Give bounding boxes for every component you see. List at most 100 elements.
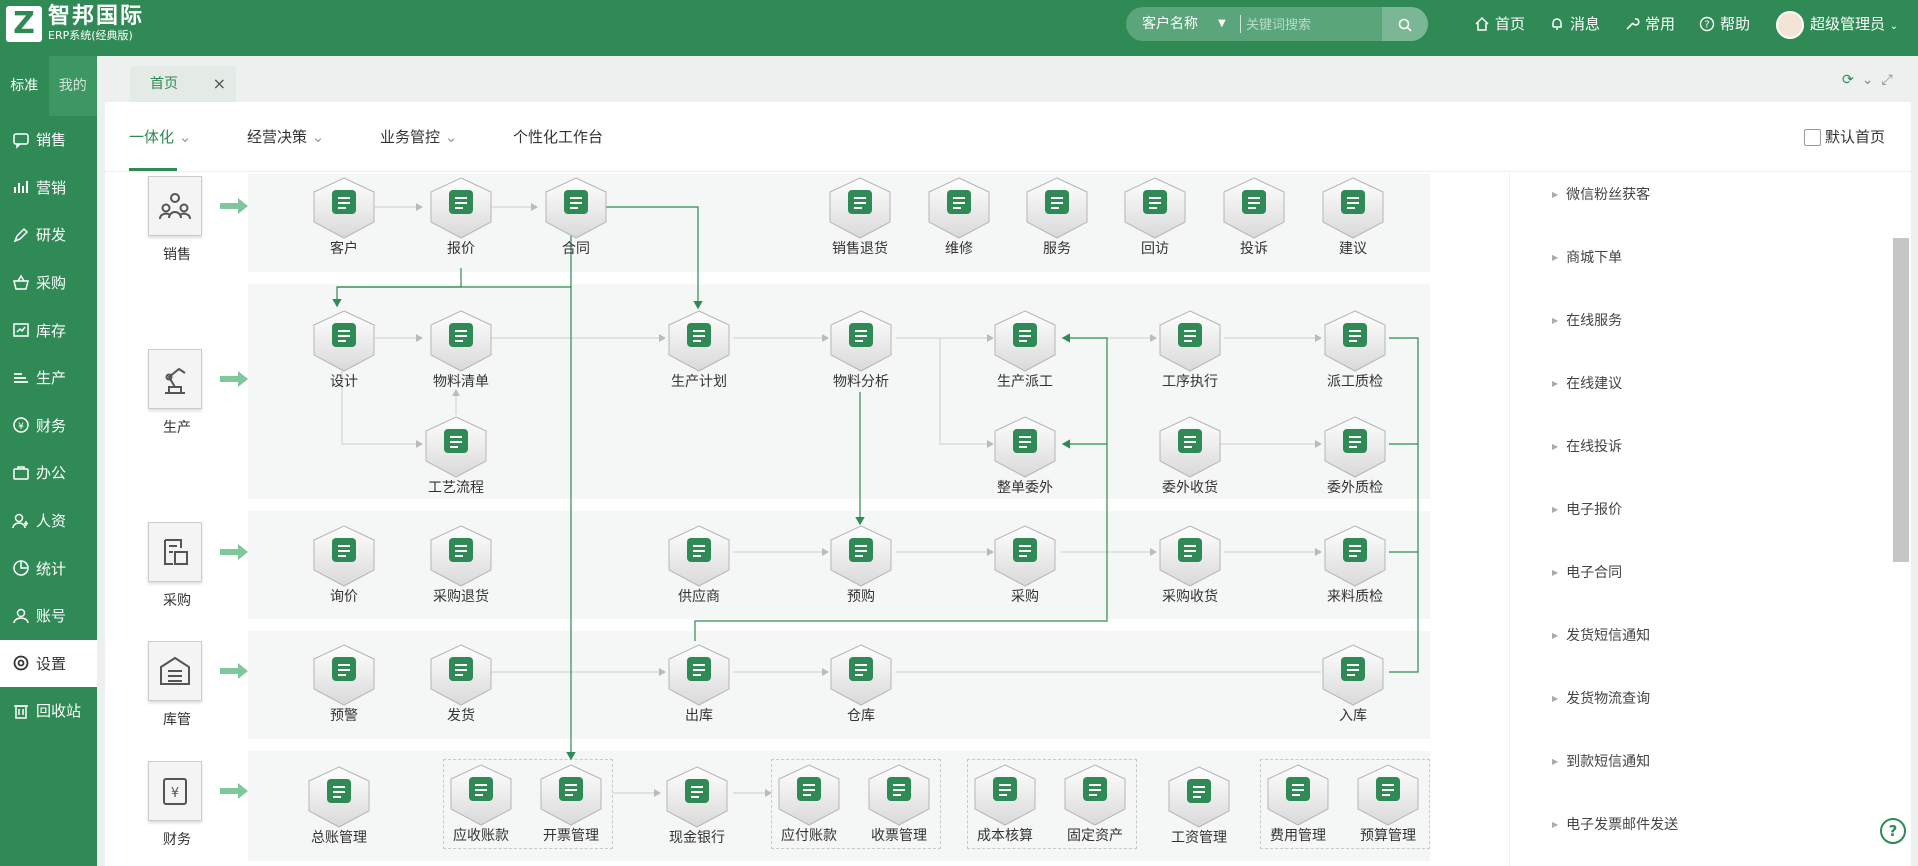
fullscreen-icon[interactable]: ⤢ [1881, 72, 1900, 88]
search-button[interactable] [1382, 7, 1428, 41]
sidebar-item-purchase[interactable]: 采购 [0, 259, 97, 307]
category-purchase[interactable]: 采购 [148, 522, 206, 610]
category-finance[interactable]: ¥ 财务 [148, 761, 206, 849]
nav-home[interactable]: 首页 [1474, 0, 1525, 48]
flow-node[interactable]: 固定资产 [1050, 763, 1140, 845]
quick-link[interactable]: ▶ 电子报价 [1552, 499, 1622, 519]
flow-node[interactable]: 采购 [980, 524, 1070, 606]
sidebar-item-production[interactable]: 生产 [0, 354, 97, 402]
flow-node[interactable]: 维修 [914, 176, 1004, 258]
flow-node[interactable]: 销售退货 [815, 176, 905, 258]
flow-node[interactable]: 委外质检 [1310, 415, 1400, 497]
flow-node[interactable]: 总账管理 [294, 765, 384, 847]
quick-link[interactable]: ▶ 商城下单 [1552, 247, 1622, 267]
avatar[interactable] [1776, 11, 1804, 39]
flow-node[interactable]: 生产计划 [654, 309, 744, 391]
flow-node[interactable]: 应收账款 [436, 763, 526, 845]
nav-messages[interactable]: 消息 [1549, 0, 1600, 48]
flow-node[interactable]: 生产派工 [980, 309, 1070, 391]
flow-node[interactable]: 服务 [1012, 176, 1102, 258]
sidebar-item-recycle[interactable]: 回收站 [0, 687, 97, 735]
flow-node[interactable]: 费用管理 [1253, 763, 1343, 845]
quick-link[interactable]: ▶ 在线建议 [1552, 373, 1622, 393]
flow-node[interactable]: 发货 [416, 643, 506, 725]
flow-node[interactable]: 入库 [1308, 643, 1398, 725]
checkbox-box[interactable] [1804, 128, 1821, 146]
chevron-down-icon: ⌄ [444, 128, 458, 146]
flow-node[interactable]: 收票管理 [854, 763, 944, 845]
flow-node[interactable]: 预购 [816, 524, 906, 606]
tab-home[interactable]: 首页 × [130, 66, 236, 102]
nav-help[interactable]: ? 帮助 [1699, 0, 1750, 48]
chevron-down-icon[interactable]: ⌄ [1862, 72, 1882, 88]
flow-node[interactable]: 派工质检 [1310, 309, 1400, 391]
quick-link[interactable]: ▶ 发货物流查询 [1552, 688, 1650, 708]
bom-icon [427, 309, 495, 373]
flow-node[interactable]: 客户 [299, 176, 389, 258]
category-production[interactable]: 生产 [148, 349, 206, 437]
flow-node[interactable]: 供应商 [654, 524, 744, 606]
sidebar-item-rnd[interactable]: 研发 [0, 211, 97, 259]
quick-link[interactable]: ▶ 电子合同 [1552, 562, 1622, 582]
flow-node[interactable]: 工序执行 [1145, 309, 1235, 391]
refresh-icon[interactable]: ⟳ [1842, 72, 1862, 88]
flow-node[interactable]: 委外收货 [1145, 415, 1235, 497]
caret-down-icon[interactable]: ▼ [1218, 7, 1226, 41]
quick-link[interactable]: ▶ 发货短信通知 [1552, 625, 1650, 645]
flow-node[interactable]: 设计 [299, 309, 389, 391]
category-warehouse[interactable]: 库管 [148, 641, 206, 729]
flow-node[interactable]: 整单委外 [980, 415, 1070, 497]
flow-node[interactable]: 投诉 [1209, 176, 1299, 258]
search-input[interactable] [1246, 12, 1386, 36]
sidebar-item-account[interactable]: 账号 [0, 592, 97, 640]
flow-node[interactable]: 询价 [299, 524, 389, 606]
flow-node[interactable]: 报价 [416, 176, 506, 258]
brand-name: 智邦国际 [48, 4, 145, 29]
close-icon[interactable]: × [213, 66, 226, 102]
quick-link[interactable]: ▶ 在线服务 [1552, 310, 1622, 330]
flow-node[interactable]: 预警 [299, 643, 389, 725]
subtab-control[interactable]: 业务管控 ⌄ [380, 102, 457, 172]
sidebar-item-finance[interactable]: ¥ 财务 [0, 402, 97, 450]
flow-node[interactable]: 来料质检 [1310, 524, 1400, 606]
sidebar-tab-standard[interactable]: 标准 [0, 56, 49, 116]
flow-node[interactable]: 采购收货 [1145, 524, 1235, 606]
flow-node[interactable]: 合同 [531, 176, 621, 258]
flow-node[interactable]: 开票管理 [526, 763, 616, 845]
search-scope-select[interactable]: 客户名称 [1142, 7, 1198, 41]
subtab-personal[interactable]: 个性化工作台 [513, 102, 603, 172]
quick-link[interactable]: ▶ 在线投诉 [1552, 436, 1622, 456]
flow-node[interactable]: 工艺流程 [411, 415, 501, 497]
sidebar-item-settings[interactable]: 设置 [0, 639, 97, 688]
sidebar-item-office[interactable]: 办公 [0, 449, 97, 497]
user-menu[interactable]: 超级管理员 ⌄ [1810, 0, 1898, 51]
flow-node[interactable]: 工资管理 [1154, 765, 1244, 847]
sidebar-item-hr[interactable]: 人资 [0, 497, 97, 545]
flow-node[interactable]: 物料分析 [816, 309, 906, 391]
flow-node[interactable]: 出库 [654, 643, 744, 725]
sidebar-tab-mine[interactable]: 我的 [48, 56, 97, 116]
quick-link[interactable]: ▶ 到款短信通知 [1552, 751, 1650, 771]
flow-node[interactable]: 仓库 [816, 643, 906, 725]
sidebar-item-inventory[interactable]: 库存 [0, 306, 97, 354]
flow-node[interactable]: 采购退货 [416, 524, 506, 606]
quick-link[interactable]: ▶ 电子发票邮件发送 [1552, 814, 1678, 834]
flow-node[interactable]: 成本核算 [960, 763, 1050, 845]
flow-node[interactable]: 物料清单 [416, 309, 506, 391]
quick-link[interactable]: ▶ 微信粉丝获客 [1552, 184, 1650, 204]
flow-node[interactable]: 应付账款 [764, 763, 854, 845]
sidebar-item-sales[interactable]: 销售 [0, 116, 97, 164]
subtab-decision[interactable]: 经营决策 ⌄ [247, 102, 324, 172]
category-sales[interactable]: 销售 [148, 176, 206, 264]
scrollbar-thumb[interactable] [1893, 238, 1909, 562]
flow-node[interactable]: 回访 [1110, 176, 1200, 258]
nav-common[interactable]: 常用 [1624, 0, 1675, 48]
sidebar-item-stats[interactable]: 统计 [0, 544, 97, 592]
sidebar-item-marketing[interactable]: 营销 [0, 164, 97, 212]
default-home-checkbox[interactable]: 默认首页 [1804, 102, 1885, 172]
subtab-integrated[interactable]: 一体化 ⌄ [129, 102, 191, 172]
help-button[interactable]: ? [1880, 818, 1906, 844]
flow-node[interactable]: 建议 [1308, 176, 1398, 258]
flow-node[interactable]: 现金银行 [652, 765, 742, 847]
flow-node[interactable]: 预算管理 [1343, 763, 1433, 845]
